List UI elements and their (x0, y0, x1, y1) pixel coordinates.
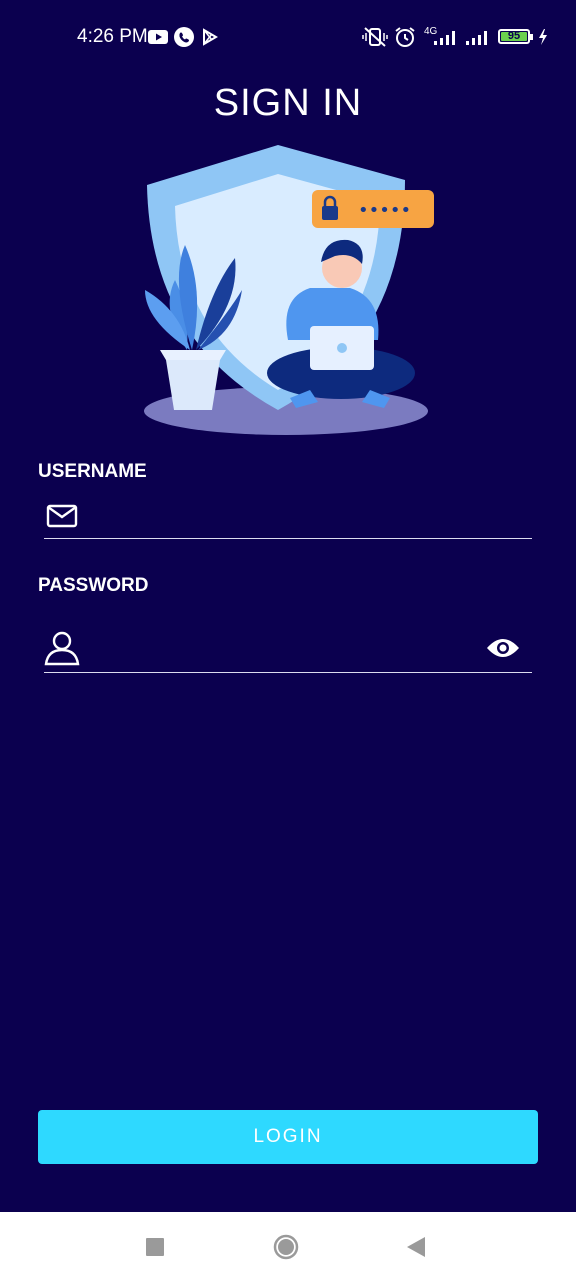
user-icon (44, 631, 80, 666)
youtube-icon (148, 30, 168, 44)
login-button[interactable]: LOGIN (38, 1110, 538, 1164)
username-label: USERNAME (38, 461, 147, 482)
mail-icon (46, 504, 78, 528)
password-badge: ••••• (312, 190, 434, 228)
status-bar: 4:26 PM 4G 95 (0, 0, 576, 76)
username-field (44, 496, 532, 540)
back-icon[interactable] (404, 1234, 430, 1260)
signal-icon (434, 31, 455, 45)
charging-icon (539, 29, 547, 45)
username-input[interactable] (92, 496, 476, 540)
eye-icon[interactable] (486, 636, 520, 660)
navigation-bar (0, 1212, 576, 1280)
battery-icon: 95 (498, 29, 533, 44)
password-field (44, 624, 532, 674)
battery-percent: 95 (507, 30, 521, 42)
vibrate-mute-icon (362, 27, 388, 47)
security-illustration: ••••• (144, 145, 434, 435)
recents-icon[interactable] (142, 1234, 168, 1260)
alarm-icon (395, 27, 415, 47)
status-time: 4:26 PM (77, 26, 148, 47)
password-label: PASSWORD (38, 575, 149, 596)
home-icon[interactable] (273, 1234, 299, 1260)
phone-call-icon (174, 27, 194, 47)
page-title: SIGN IN (213, 82, 363, 124)
play-store-icon (203, 28, 218, 46)
password-input[interactable] (92, 624, 476, 674)
signal-icon (466, 31, 487, 45)
password-dots: ••••• (358, 200, 411, 221)
